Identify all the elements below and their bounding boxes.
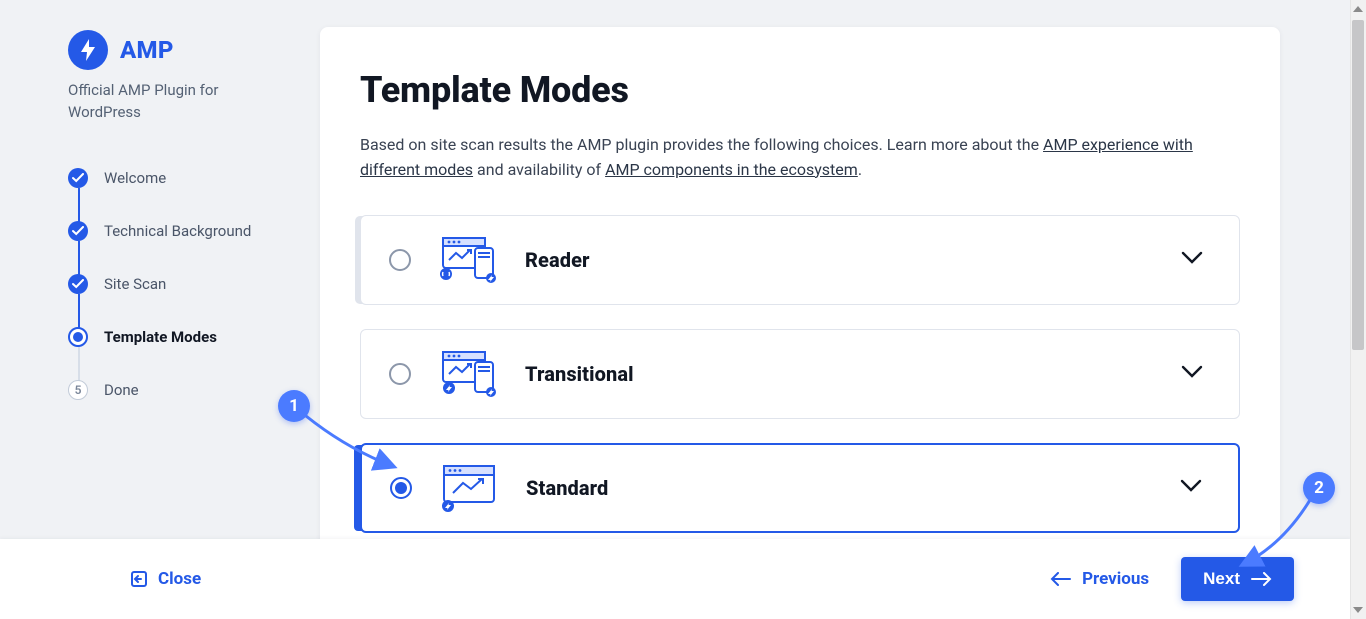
reader-mode-icon xyxy=(437,236,499,284)
mode-option-reader[interactable]: Reader xyxy=(360,215,1240,305)
close-button[interactable]: Close xyxy=(130,569,201,589)
chevron-down-icon[interactable] xyxy=(1181,364,1203,383)
check-icon xyxy=(68,221,88,241)
step-list: Welcome Technical Background Site Scan T… xyxy=(68,152,288,417)
brand-block: AMP xyxy=(68,30,288,70)
step-welcome[interactable]: Welcome xyxy=(68,152,288,205)
mode-name: Transitional xyxy=(525,362,634,386)
arrow-left-icon xyxy=(1050,572,1072,586)
mode-name: Reader xyxy=(525,248,590,272)
pending-step-icon: 5 xyxy=(68,380,88,400)
radio-unchecked-icon[interactable] xyxy=(389,249,411,271)
chevron-down-icon[interactable] xyxy=(1180,478,1202,497)
step-label: Site Scan xyxy=(104,275,166,293)
step-label: Welcome xyxy=(104,169,166,187)
arrow-right-icon xyxy=(1250,572,1272,586)
step-template-modes[interactable]: Template Modes xyxy=(68,311,288,364)
mode-option-standard[interactable]: Standard xyxy=(360,443,1240,533)
brand-subtitle: Official AMP Plugin for WordPress xyxy=(68,80,288,124)
current-step-icon xyxy=(68,327,88,347)
annotation-badge-2: 2 xyxy=(1303,472,1335,504)
standard-mode-icon xyxy=(438,464,500,512)
scroll-down-icon[interactable] xyxy=(1353,605,1363,615)
exit-icon xyxy=(130,570,148,588)
link-amp-components[interactable]: AMP components in the ecosystem xyxy=(605,160,858,179)
step-label: Technical Background xyxy=(104,222,251,240)
radio-unchecked-icon[interactable] xyxy=(389,363,411,385)
previous-button[interactable]: Previous xyxy=(1050,569,1149,589)
previous-label: Previous xyxy=(1082,569,1149,589)
wizard-footer: Close Previous Next xyxy=(0,539,1350,619)
step-technical-background[interactable]: Technical Background xyxy=(68,205,288,258)
step-site-scan[interactable]: Site Scan xyxy=(68,258,288,311)
amp-logo-icon xyxy=(68,30,108,70)
scroll-thumb[interactable] xyxy=(1352,20,1364,350)
radio-checked-icon[interactable] xyxy=(390,477,412,499)
transitional-mode-icon xyxy=(437,350,499,398)
mode-option-transitional[interactable]: Transitional xyxy=(360,329,1240,419)
step-label: Done xyxy=(104,381,139,399)
step-label: Template Modes xyxy=(104,328,217,346)
annotation-badge-1: 1 xyxy=(278,390,310,422)
onboarding-sidebar: AMP Official AMP Plugin for WordPress We… xyxy=(68,30,288,417)
step-done[interactable]: 5 Done xyxy=(68,364,288,417)
check-icon xyxy=(68,274,88,294)
brand-title: AMP xyxy=(120,36,174,64)
page-title: Template Modes xyxy=(360,69,1240,111)
chevron-down-icon[interactable] xyxy=(1181,250,1203,269)
mode-name: Standard xyxy=(526,476,608,500)
scroll-up-icon[interactable] xyxy=(1353,4,1363,14)
close-label: Close xyxy=(158,569,201,589)
check-icon xyxy=(68,168,88,188)
next-button[interactable]: Next xyxy=(1181,557,1294,601)
intro-text: Based on site scan results the AMP plugi… xyxy=(360,133,1240,183)
next-label: Next xyxy=(1203,569,1240,589)
window-scrollbar[interactable] xyxy=(1350,0,1366,619)
main-panel: Template Modes Based on site scan result… xyxy=(320,27,1280,581)
